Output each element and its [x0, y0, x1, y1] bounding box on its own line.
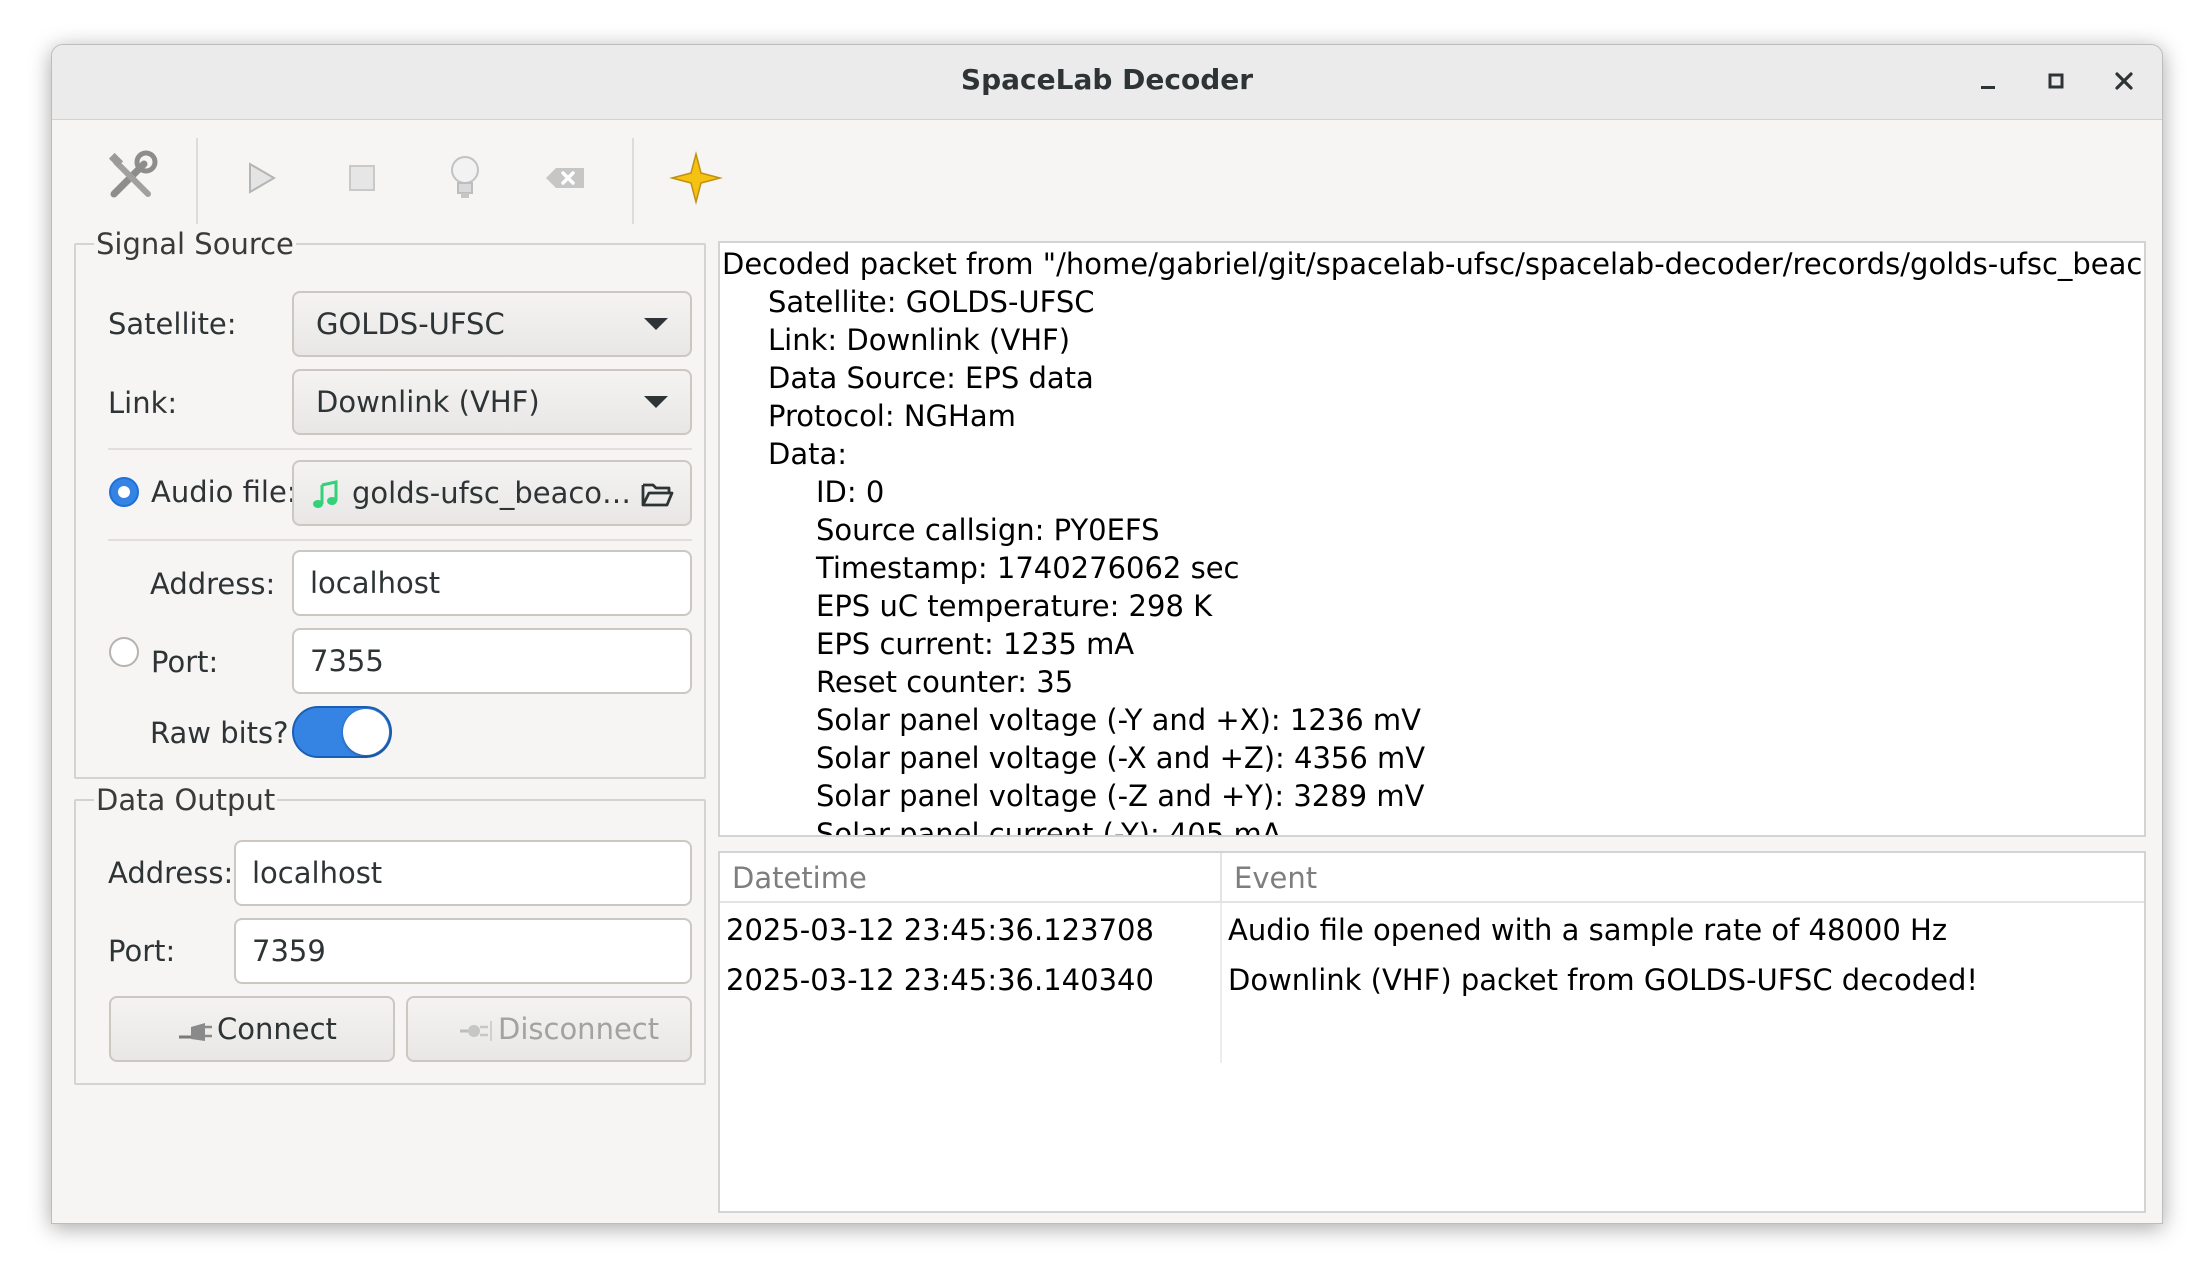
link-value: Downlink (VHF): [316, 385, 540, 419]
packet-line: Data:: [768, 437, 848, 471]
connect-plug-icon: [179, 1023, 212, 1041]
clear-icon: [546, 168, 584, 188]
column-header-event[interactable]: Event: [1222, 853, 2144, 903]
stop-button[interactable]: [330, 146, 394, 210]
satellite-value: GOLDS-UFSC: [316, 307, 505, 341]
source-port-value: 7355: [310, 644, 384, 678]
separator: [108, 539, 692, 541]
lightbulb-icon: [451, 156, 479, 198]
packet-line: ID: 0: [816, 475, 885, 509]
app-window: SpaceLab Decoder Signal Source Satellite…: [51, 44, 2163, 1224]
packet-line: Satellite: GOLDS-UFSC: [768, 285, 1095, 319]
output-address-value: localhost: [252, 856, 383, 890]
separator: [108, 448, 692, 450]
folder-open-icon: [641, 483, 674, 507]
chevron-down-icon: [644, 396, 668, 408]
minimize-button[interactable]: [1968, 61, 2008, 101]
audio-file-label: Audio file:: [151, 475, 297, 509]
raw-bits-label: Raw bits?: [150, 716, 289, 750]
table-row[interactable]: 2025-03-12 23:45:36.123708 Audio file op…: [720, 905, 2144, 955]
lightbulb-button[interactable]: [433, 146, 497, 210]
packet-line: Timestamp: 1740276062 sec: [816, 551, 1240, 585]
audio-file-chooser[interactable]: golds-ufsc_beaco…: [292, 460, 692, 526]
close-icon: [2115, 72, 2133, 90]
connect-label: Connect: [217, 1012, 337, 1046]
packet-line: Protocol: NGHam: [768, 399, 1016, 433]
port-label: Port:: [151, 645, 219, 679]
column-header-datetime[interactable]: Datetime: [720, 853, 1222, 903]
toolbar-separator: [632, 138, 634, 224]
about-button[interactable]: [664, 146, 728, 210]
packet-line: Solar panel voltage (-X and +Z): 4356 mV: [816, 741, 1426, 775]
preferences-tools-icon: [108, 150, 158, 198]
row-event: Audio file opened with a sample rate of …: [1228, 913, 1948, 947]
row-datetime: 2025-03-12 23:45:36.140340: [726, 963, 1154, 997]
raw-bits-switch[interactable]: [292, 706, 392, 758]
table-row[interactable]: 2025-03-12 23:45:36.140340 Downlink (VHF…: [720, 955, 2144, 1005]
clear-button[interactable]: [536, 146, 600, 210]
source-address-input[interactable]: localhost: [292, 550, 692, 616]
title-bar: SpaceLab Decoder: [52, 45, 2162, 120]
preferences-button[interactable]: [100, 146, 164, 210]
satellite-label: Satellite:: [108, 307, 237, 341]
close-button[interactable]: [2104, 61, 2144, 101]
row-event: Downlink (VHF) packet from GOLDS-UFSC de…: [1228, 963, 1979, 997]
link-label: Link:: [108, 386, 178, 420]
play-icon: [249, 162, 276, 194]
audio-file-radio[interactable]: [109, 477, 139, 507]
output-port-input[interactable]: 7359: [234, 918, 692, 984]
tcp-source-radio[interactable]: [109, 637, 139, 667]
minimize-icon: [1981, 86, 1995, 89]
event-log-table[interactable]: Datetime Event 2025-03-12 23:45:36.12370…: [718, 851, 2146, 1213]
row-datetime: 2025-03-12 23:45:36.123708: [726, 913, 1154, 947]
connect-button[interactable]: Connect: [109, 996, 395, 1062]
column-header-label: Event: [1234, 861, 1318, 895]
packet-header-line: Decoded packet from "/home/gabriel/git/s…: [722, 247, 2146, 281]
maximize-button[interactable]: [2036, 61, 2076, 101]
toolbar: [52, 120, 2162, 240]
output-address-label: Address:: [108, 856, 234, 890]
output-address-input[interactable]: localhost: [234, 840, 692, 906]
stop-icon: [349, 165, 375, 191]
signal-source-legend: Signal Source: [96, 227, 294, 261]
toolbar-separator: [196, 138, 198, 224]
data-output-legend: Data Output: [96, 783, 276, 817]
packet-line: Data Source: EPS data: [768, 361, 1094, 395]
about-star-icon: [669, 151, 723, 205]
address-label: Address:: [150, 567, 276, 601]
packet-line: EPS uC temperature: 298 K: [816, 589, 1213, 623]
source-port-input[interactable]: 7355: [292, 628, 692, 694]
audio-file-icon: [313, 480, 338, 508]
packet-line: Reset counter: 35: [816, 665, 1074, 699]
disconnect-plug-icon: [460, 1021, 492, 1041]
source-address-value: localhost: [310, 566, 441, 600]
play-button[interactable]: [228, 146, 292, 210]
column-header-label: Datetime: [732, 861, 867, 895]
output-port-value: 7359: [252, 934, 326, 968]
chevron-down-icon: [644, 318, 668, 330]
link-combo[interactable]: Downlink (VHF): [292, 369, 692, 435]
output-port-label: Port:: [108, 934, 176, 968]
satellite-combo[interactable]: GOLDS-UFSC: [292, 291, 692, 357]
packet-text-view[interactable]: Decoded packet from "/home/gabriel/git/s…: [718, 241, 2146, 837]
window-title: SpaceLab Decoder: [960, 63, 1254, 96]
packet-line: Solar panel current (-Y): 405 mA: [816, 817, 1282, 837]
packet-line: Link: Downlink (VHF): [768, 323, 1071, 357]
audio-file-value: golds-ufsc_beaco…: [352, 476, 632, 510]
packet-line: EPS current: 1235 mA: [816, 627, 1135, 661]
packet-line: Solar panel voltage (-Z and +Y): 3289 mV: [816, 779, 1425, 813]
packet-line: Source callsign: PY0EFS: [816, 513, 1160, 547]
switch-knob: [343, 709, 389, 755]
disconnect-label: Disconnect: [498, 1012, 660, 1046]
disconnect-button[interactable]: Disconnect: [406, 996, 692, 1062]
maximize-icon: [2048, 73, 2064, 89]
packet-line: Solar panel voltage (-Y and +X): 1236 mV: [816, 703, 1421, 737]
